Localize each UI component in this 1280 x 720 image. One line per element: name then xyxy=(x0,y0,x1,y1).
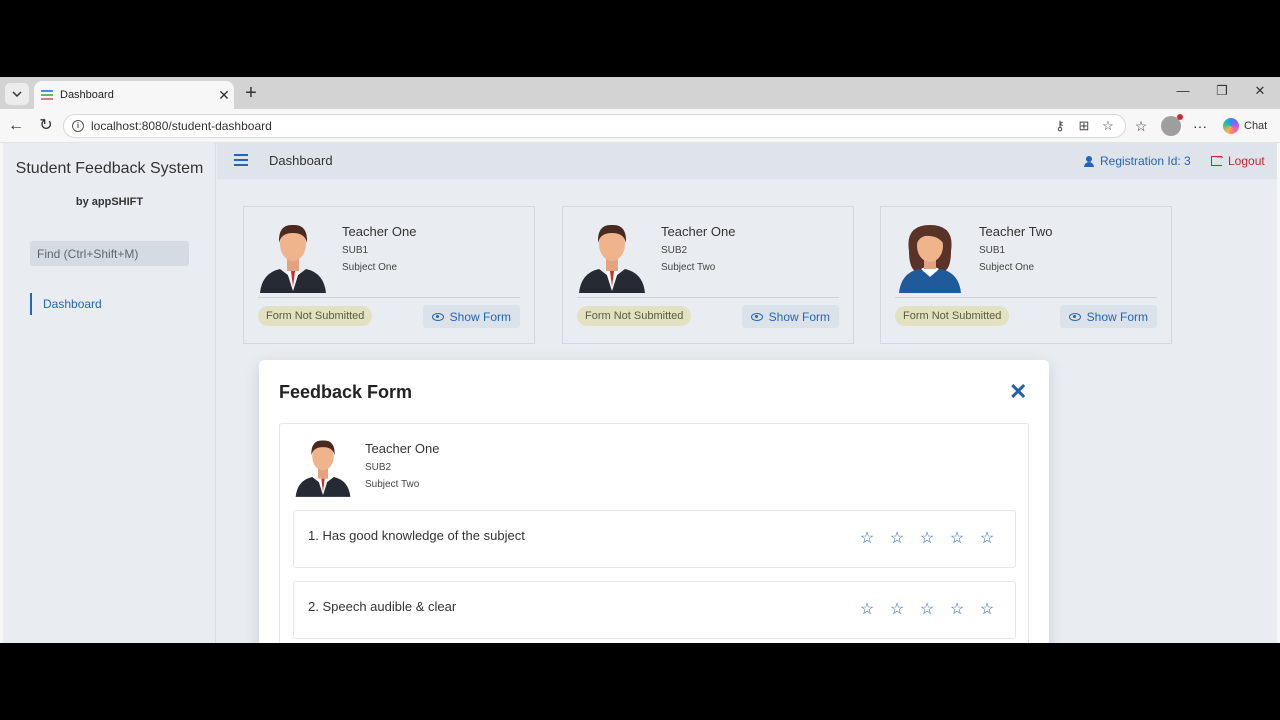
question-text: 2. Speech audible & clear xyxy=(308,599,457,614)
minimize-icon[interactable]: — xyxy=(1173,83,1193,98)
logout-label: Logout xyxy=(1228,154,1265,168)
star-icon[interactable]: ☆ xyxy=(917,599,937,621)
male-teacher-avatar-icon xyxy=(295,440,351,497)
teacher-card: Teacher One SUB2 Subject Two Form Not Su… xyxy=(562,206,854,344)
status-badge: Form Not Submitted xyxy=(895,306,1010,326)
star-icon[interactable]: ☆ xyxy=(947,599,967,621)
browser-window: Dashboard ✕ + — ❐ ✕ ← ↻ i localhost:8080… xyxy=(0,77,1280,643)
sidebar-item-dashboard[interactable]: Dashboard xyxy=(30,293,102,315)
menu-toggle-icon[interactable] xyxy=(234,154,248,166)
browser-tab[interactable]: Dashboard ✕ xyxy=(34,81,234,109)
subject-name: Subject Two xyxy=(661,262,716,273)
star-icon[interactable]: ☆ xyxy=(857,599,877,621)
profile-avatar-icon[interactable] xyxy=(1161,114,1183,136)
more-menu-icon[interactable]: ··· xyxy=(1190,116,1210,136)
key-icon[interactable]: ⚷ xyxy=(1051,118,1069,134)
divider xyxy=(577,297,839,298)
star-icon[interactable]: ☆ xyxy=(977,528,997,550)
logout-button[interactable]: Logout xyxy=(1211,151,1265,168)
divider xyxy=(258,297,520,298)
registration-label: Registration Id: 3 xyxy=(1100,154,1191,168)
site-info-icon[interactable]: i xyxy=(72,120,84,132)
subject-code: SUB1 xyxy=(979,245,1006,256)
app-subtitle: by appSHIFT xyxy=(75,196,144,208)
favorites-icon[interactable]: ☆ xyxy=(1131,116,1151,136)
show-form-label: Show Form xyxy=(449,309,511,324)
eye-icon xyxy=(431,312,444,321)
tab-title: Dashboard xyxy=(60,89,114,101)
star-rating: ☆ ☆ ☆ ☆ ☆ xyxy=(857,599,997,621)
status-badge: Form Not Submitted xyxy=(258,306,373,326)
star-icon[interactable]: ☆ xyxy=(887,599,907,621)
sidebar: Student Feedback System by appSHIFT Dash… xyxy=(3,143,216,643)
teacher-card: Teacher Two SUB1 Subject One Form Not Su… xyxy=(880,206,1172,344)
show-form-button[interactable]: Show Form xyxy=(741,305,839,328)
teacher-name: Teacher Two xyxy=(979,224,1053,239)
eye-icon xyxy=(750,312,763,321)
url-bar[interactable]: i localhost:8080/student-dashboard ⚷ ⊞ ☆ xyxy=(63,114,1126,138)
show-form-label: Show Form xyxy=(1086,309,1148,324)
reload-icon[interactable]: ↻ xyxy=(36,116,56,136)
status-badge: Form Not Submitted xyxy=(577,306,692,326)
show-form-label: Show Form xyxy=(768,309,830,324)
male-teacher-avatar-icon xyxy=(579,224,645,293)
back-icon[interactable]: ← xyxy=(6,116,26,136)
teacher-name: Teacher One xyxy=(661,224,736,239)
star-icon[interactable]: ☆ xyxy=(917,528,937,550)
address-toolbar: ← ↻ i localhost:8080/student-dashboard ⚷… xyxy=(0,109,1280,143)
subject-name: Subject One xyxy=(979,262,1035,273)
star-rating: ☆ ☆ ☆ ☆ ☆ xyxy=(857,528,997,550)
star-icon[interactable]: ☆ xyxy=(887,528,907,550)
copilot-chat-button[interactable]: Chat xyxy=(1219,114,1275,138)
male-teacher-avatar-icon xyxy=(260,224,326,293)
show-form-button[interactable]: Show Form xyxy=(422,305,520,328)
chat-label: Chat xyxy=(1244,120,1268,132)
apps-icon[interactable]: ⊞ xyxy=(1075,118,1093,134)
subject-name: Subject Two xyxy=(365,479,420,490)
url-actions: ⚷ ⊞ ☆ xyxy=(1051,118,1117,134)
app-title: Student Feedback System xyxy=(15,160,204,177)
teacher-card: Teacher One SUB1 Subject One Form Not Su… xyxy=(243,206,535,344)
chevron-down-icon xyxy=(12,91,22,97)
modal-title: Feedback Form xyxy=(279,382,413,402)
question-row: 1. Has good knowledge of the subject ☆ ☆… xyxy=(293,510,1016,568)
subject-code: SUB1 xyxy=(342,245,369,256)
female-teacher-avatar-icon xyxy=(899,225,961,293)
new-tab-button[interactable]: + xyxy=(240,82,262,104)
eye-icon xyxy=(1068,312,1081,321)
star-icon[interactable]: ☆ xyxy=(857,528,877,550)
favicon-icon xyxy=(41,90,53,100)
teacher-name: Teacher One xyxy=(365,441,440,456)
topbar: Dashboard Registration Id: 3 Logout xyxy=(217,143,1277,179)
subject-code: SUB2 xyxy=(661,245,688,256)
star-icon[interactable]: ☆ xyxy=(947,528,967,550)
subject-name: Subject One xyxy=(342,262,398,273)
feedback-form-modal: Feedback Form ✕ Teacher One SUB2 Subject… xyxy=(259,360,1049,643)
tab-list-button[interactable] xyxy=(5,83,29,105)
url-text: localhost:8080/student-dashboard xyxy=(91,119,272,133)
close-window-icon[interactable]: ✕ xyxy=(1250,83,1270,99)
page-title: Dashboard xyxy=(269,153,333,168)
favorite-star-icon[interactable]: ☆ xyxy=(1099,118,1117,134)
teacher-name: Teacher One xyxy=(342,224,417,239)
star-icon[interactable]: ☆ xyxy=(977,599,997,621)
subject-code: SUB2 xyxy=(365,462,392,473)
registration-link[interactable]: Registration Id: 3 xyxy=(1084,154,1191,168)
copilot-icon xyxy=(1223,118,1239,134)
modal-body: Teacher One SUB2 Subject Two 1. Has good… xyxy=(279,423,1029,643)
question-row: 2. Speech audible & clear ☆ ☆ ☆ ☆ ☆ xyxy=(293,581,1016,639)
close-icon[interactable]: ✕ xyxy=(1009,381,1027,403)
divider xyxy=(895,297,1157,298)
tab-bar: Dashboard ✕ + — ❐ ✕ xyxy=(0,77,1280,109)
menu-search-input[interactable] xyxy=(30,241,189,266)
show-form-button[interactable]: Show Form xyxy=(1059,305,1157,328)
question-text: 1. Has good knowledge of the subject xyxy=(308,528,525,543)
user-icon xyxy=(1084,155,1094,167)
tab-close-icon[interactable]: ✕ xyxy=(214,87,234,104)
restore-icon[interactable]: ❐ xyxy=(1212,83,1232,99)
logout-icon xyxy=(1211,151,1225,166)
